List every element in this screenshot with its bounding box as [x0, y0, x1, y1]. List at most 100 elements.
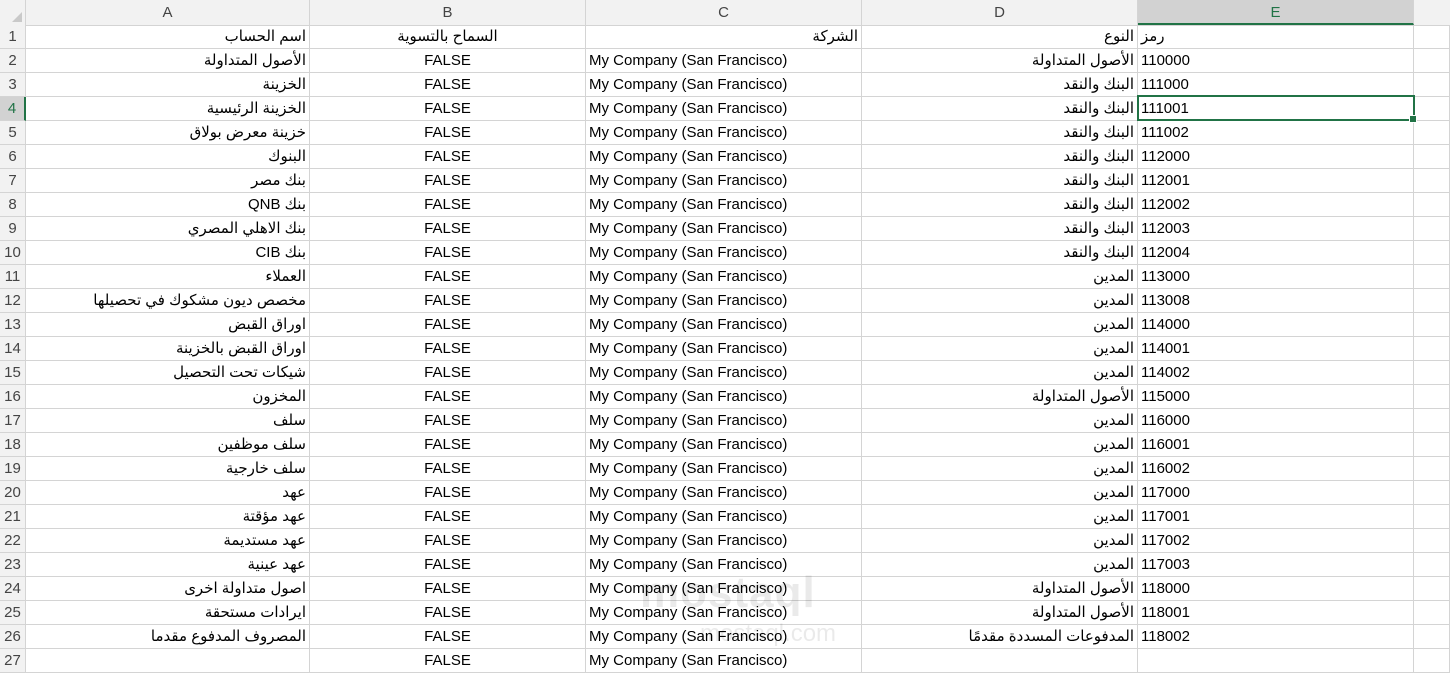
- cell-empty[interactable]: [1414, 313, 1450, 337]
- cell-code[interactable]: 112004: [1138, 241, 1414, 265]
- cell-code[interactable]: 118001: [1138, 601, 1414, 625]
- cell-allow-reconcile[interactable]: FALSE: [310, 121, 586, 145]
- cell-allow-reconcile[interactable]: FALSE: [310, 577, 586, 601]
- cell-account-name[interactable]: البنوك: [26, 145, 310, 169]
- cell-code[interactable]: 111000: [1138, 73, 1414, 97]
- cell-empty[interactable]: [1414, 289, 1450, 313]
- cell-allow-reconcile[interactable]: FALSE: [310, 145, 586, 169]
- row-number[interactable]: 6: [0, 145, 26, 169]
- cell-company[interactable]: My Company (San Francisco): [586, 601, 862, 625]
- row-number[interactable]: 4: [0, 97, 26, 121]
- cell-header-allow-reconcile[interactable]: السماح بالتسوية: [310, 25, 586, 49]
- cell-company[interactable]: My Company (San Francisco): [586, 217, 862, 241]
- cell-allow-reconcile[interactable]: FALSE: [310, 265, 586, 289]
- cell-empty[interactable]: [1414, 97, 1450, 121]
- cell-empty[interactable]: [1414, 529, 1450, 553]
- row-number[interactable]: 3: [0, 73, 26, 97]
- cell-company[interactable]: My Company (San Francisco): [586, 145, 862, 169]
- cell-account-name[interactable]: عهد عينية: [26, 553, 310, 577]
- cell-account-name[interactable]: اوراق القبض بالخزينة: [26, 337, 310, 361]
- cell-code[interactable]: 115000: [1138, 385, 1414, 409]
- cell-allow-reconcile[interactable]: FALSE: [310, 193, 586, 217]
- cell-allow-reconcile[interactable]: FALSE: [310, 625, 586, 649]
- row-number[interactable]: 11: [0, 265, 26, 289]
- cell-type[interactable]: المدين: [862, 337, 1138, 361]
- cell-account-name[interactable]: بنك QNB: [26, 193, 310, 217]
- cell-account-name[interactable]: مخصص ديون مشكوك في تحصيلها: [26, 289, 310, 313]
- cell-empty[interactable]: [1414, 553, 1450, 577]
- cell-empty[interactable]: [1414, 409, 1450, 433]
- cell-empty[interactable]: [1414, 625, 1450, 649]
- cell-code[interactable]: 110000: [1138, 49, 1414, 73]
- cell-account-name[interactable]: بنك CIB: [26, 241, 310, 265]
- row-number[interactable]: 14: [0, 337, 26, 361]
- row-number[interactable]: 12: [0, 289, 26, 313]
- cell-allow-reconcile[interactable]: FALSE: [310, 505, 586, 529]
- row-number[interactable]: 23: [0, 553, 26, 577]
- cell-type[interactable]: [862, 649, 1138, 673]
- cell-type[interactable]: البنك والنقد: [862, 217, 1138, 241]
- cell-account-name[interactable]: بنك الاهلي المصري: [26, 217, 310, 241]
- cell-type[interactable]: المدين: [862, 529, 1138, 553]
- cell-code[interactable]: 112000: [1138, 145, 1414, 169]
- cell-company[interactable]: My Company (San Francisco): [586, 649, 862, 673]
- cell-allow-reconcile[interactable]: FALSE: [310, 409, 586, 433]
- row-number[interactable]: 22: [0, 529, 26, 553]
- column-header-c[interactable]: C: [586, 0, 862, 25]
- cell-code[interactable]: 117000: [1138, 481, 1414, 505]
- cell-allow-reconcile[interactable]: FALSE: [310, 361, 586, 385]
- cell-type[interactable]: المدين: [862, 505, 1138, 529]
- cell-allow-reconcile[interactable]: FALSE: [310, 601, 586, 625]
- cell-allow-reconcile[interactable]: FALSE: [310, 49, 586, 73]
- row-number[interactable]: 17: [0, 409, 26, 433]
- cell-allow-reconcile[interactable]: FALSE: [310, 385, 586, 409]
- cell-type[interactable]: المدين: [862, 481, 1138, 505]
- select-all-button[interactable]: [0, 0, 26, 25]
- cell-code[interactable]: 116000: [1138, 409, 1414, 433]
- cell-empty[interactable]: [1414, 433, 1450, 457]
- row-number[interactable]: 8: [0, 193, 26, 217]
- row-number[interactable]: 9: [0, 217, 26, 241]
- column-header-a[interactable]: A: [26, 0, 310, 25]
- cell-type[interactable]: البنك والنقد: [862, 97, 1138, 121]
- row-number[interactable]: 16: [0, 385, 26, 409]
- cell-company[interactable]: My Company (San Francisco): [586, 313, 862, 337]
- cell-account-name[interactable]: الخزينة الرئيسية: [26, 97, 310, 121]
- cell-allow-reconcile[interactable]: FALSE: [310, 649, 586, 673]
- cell-account-name[interactable]: اصول متداولة اخرى: [26, 577, 310, 601]
- cell-company[interactable]: My Company (San Francisco): [586, 193, 862, 217]
- cell-account-name[interactable]: عهد مستديمة: [26, 529, 310, 553]
- cell-code[interactable]: 111002: [1138, 121, 1414, 145]
- row-number[interactable]: 5: [0, 121, 26, 145]
- cell-header-code-wrap[interactable]: رمز: [1138, 25, 1414, 49]
- cell-account-name[interactable]: الخزينة: [26, 73, 310, 97]
- cell-empty[interactable]: [1414, 481, 1450, 505]
- cell-empty[interactable]: [1414, 505, 1450, 529]
- cell-company[interactable]: My Company (San Francisco): [586, 241, 862, 265]
- cell-empty[interactable]: [1414, 649, 1450, 673]
- cell-code[interactable]: 112003: [1138, 217, 1414, 241]
- cell-type[interactable]: الأصول المتداولة: [862, 601, 1138, 625]
- cell-company[interactable]: My Company (San Francisco): [586, 577, 862, 601]
- cell-empty[interactable]: [1414, 337, 1450, 361]
- cell-account-name[interactable]: ايرادات مستحقة: [26, 601, 310, 625]
- row-number[interactable]: 18: [0, 433, 26, 457]
- cell-header-account-name[interactable]: اسم الحساب: [26, 25, 310, 49]
- cell-allow-reconcile[interactable]: FALSE: [310, 337, 586, 361]
- cell-company[interactable]: My Company (San Francisco): [586, 73, 862, 97]
- cell-code[interactable]: 113008: [1138, 289, 1414, 313]
- cell-allow-reconcile[interactable]: FALSE: [310, 169, 586, 193]
- cell-type[interactable]: المدفوعات المسددة مقدمًا: [862, 625, 1138, 649]
- cell-allow-reconcile[interactable]: FALSE: [310, 553, 586, 577]
- cell-type[interactable]: الأصول المتداولة: [862, 577, 1138, 601]
- cell-code[interactable]: [1138, 649, 1414, 673]
- cell-type[interactable]: البنك والنقد: [862, 145, 1138, 169]
- column-header-d[interactable]: D: [862, 0, 1138, 25]
- row-number[interactable]: 25: [0, 601, 26, 625]
- cell-code[interactable]: 114001: [1138, 337, 1414, 361]
- cell-type[interactable]: الأصول المتداولة: [862, 49, 1138, 73]
- cell-company[interactable]: My Company (San Francisco): [586, 481, 862, 505]
- cell-empty[interactable]: [1414, 385, 1450, 409]
- cell-code[interactable]: 117003: [1138, 553, 1414, 577]
- cell-header-company[interactable]: الشركة: [586, 25, 862, 49]
